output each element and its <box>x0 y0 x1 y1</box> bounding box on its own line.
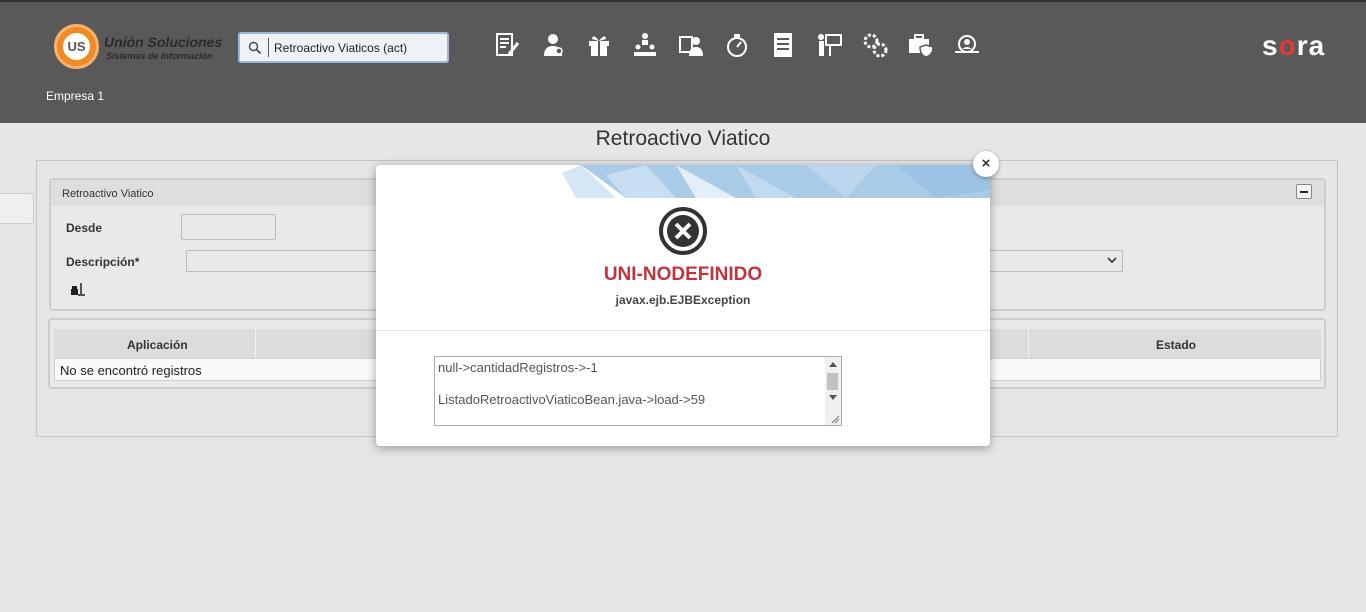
dialog-banner <box>562 165 990 198</box>
error-line: ListadoRetroactivoViaticoBean.java->load… <box>438 392 706 407</box>
error-line: null->cantidadRegistros->-1 <box>438 360 598 375</box>
dialog-subtitle: javax.ejb.EJBException <box>615 293 751 307</box>
error-x-icon <box>659 207 707 255</box>
error-dialog: UNI-NODEFINIDO javax.ejb.EJBException nu… <box>376 165 990 446</box>
resize-grip-icon[interactable] <box>831 415 840 424</box>
dialog-divider <box>376 330 990 331</box>
scroll-down-icon[interactable] <box>829 395 837 400</box>
scroll-up-icon[interactable] <box>829 362 837 367</box>
error-detail-textarea[interactable]: null->cantidadRegistros->-1 ListadoRetro… <box>434 356 842 426</box>
scroll-thumb[interactable] <box>827 373 838 390</box>
dialog-title: UNI-NODEFINIDO <box>603 264 763 285</box>
close-button[interactable]: × <box>973 151 999 177</box>
